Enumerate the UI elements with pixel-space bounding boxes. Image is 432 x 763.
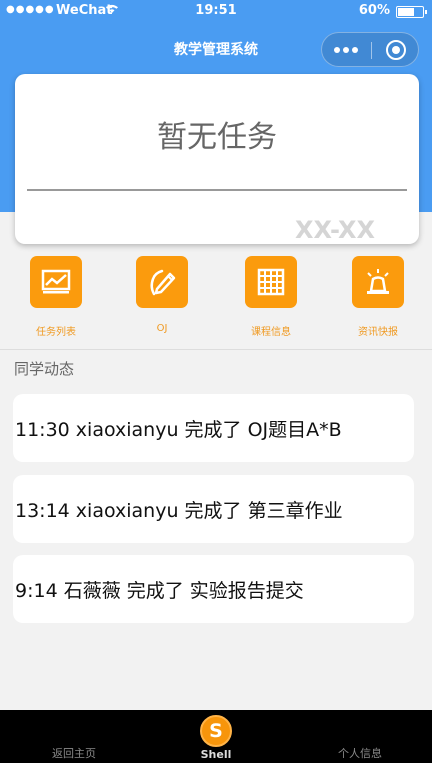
menu-item-news[interactable]: 资讯快报 [338, 256, 418, 338]
tab-bar: 返回主页 S Shell 个人信息 [0, 710, 432, 763]
menu-label: 任务列表 [36, 327, 76, 338]
menu-label: 课程信息 [251, 327, 291, 338]
task-card[interactable]: 暂无任务 XX-XX [15, 74, 419, 244]
close-mini-program-icon[interactable] [386, 40, 406, 60]
activity-card[interactable]: 11:30 xiaoxianyu 完成了 OJ题目A*B [13, 394, 414, 462]
battery-icon [396, 6, 427, 18]
feed-title: 同学动态 [14, 360, 75, 378]
tab-shell[interactable]: S Shell [166, 710, 266, 763]
alarm-light-icon [352, 256, 404, 308]
tab-home[interactable]: 返回主页 [24, 710, 124, 763]
tab-label: 个人信息 [338, 747, 382, 760]
task-card-title: 暂无任务 [157, 120, 277, 155]
menu-label: OJ [156, 323, 168, 334]
battery-percent: 60% [358, 3, 390, 18]
menu-grid: 任务列表 OJ 课程信息 资讯快报 [0, 256, 432, 346]
menu-item-task-list[interactable]: 任务列表 [16, 256, 96, 338]
more-options-icon[interactable] [322, 33, 370, 66]
chart-icon [30, 256, 82, 308]
tab-label: 返回主页 [52, 747, 96, 760]
mini-program-capsule [321, 32, 419, 67]
task-card-divider [27, 189, 407, 191]
shell-icon: S [200, 715, 232, 747]
grid-icon [245, 256, 297, 308]
capsule-divider [371, 42, 372, 59]
activity-card[interactable]: 13:14 xiaoxianyu 完成了 第三章作业 [13, 475, 414, 543]
task-card-date: XX-XX [294, 216, 375, 244]
activity-card[interactable]: 9:14 石薇薇 完成了 实验报告提交 [13, 555, 414, 623]
menu-item-oj[interactable]: OJ [122, 256, 202, 334]
status-bar: ●●●●● WeChat 19:51 60% [0, 0, 432, 24]
pencil-icon [136, 256, 188, 308]
menu-item-course-info[interactable]: 课程信息 [231, 256, 311, 338]
section-divider [0, 349, 432, 350]
menu-label: 资讯快报 [358, 327, 398, 338]
tab-profile[interactable]: 个人信息 [310, 710, 410, 763]
tab-label: Shell [200, 748, 232, 761]
